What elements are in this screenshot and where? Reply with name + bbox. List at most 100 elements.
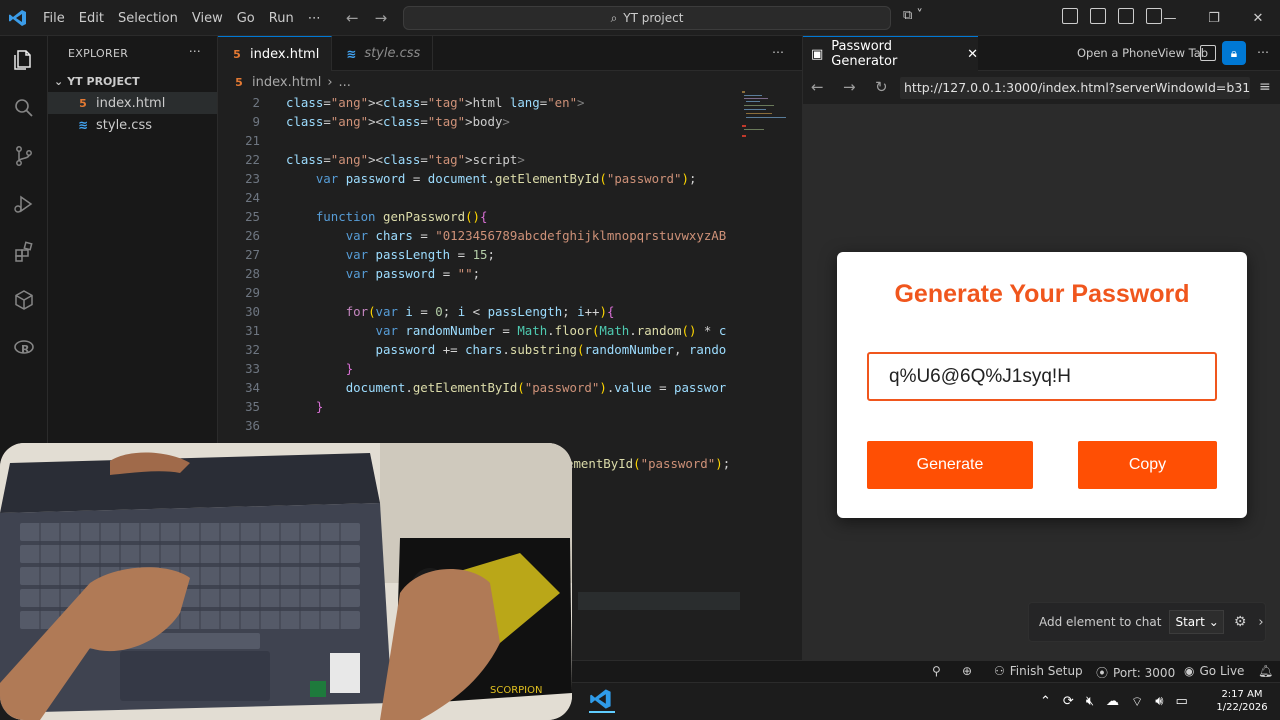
toggle-sidebar-icon[interactable] [1090,8,1106,24]
chevron-right-icon[interactable]: › [1258,615,1263,630]
code-line[interactable]: 27 var passLength = 15; [218,245,758,264]
clock[interactable]: 2:17 AM 1/22/2026 [1212,688,1272,714]
line-number: 36 [245,418,260,433]
tab-style-css[interactable]: ≋ style.css [332,36,434,71]
line-number: 2 [252,95,260,110]
vscode-taskbar-icon[interactable] [589,687,615,713]
pin-icon[interactable]: ⚲ [932,664,941,678]
chevron-up-icon[interactable]: ⌃ [1040,694,1051,710]
menu-icon[interactable]: ≡ [1259,79,1271,95]
html-file-icon: 5 [79,96,87,110]
url-field[interactable]: http://127.0.0.1:3000/index.html?serverW… [900,77,1250,99]
code-line[interactable]: 32 password += chars.substring(randomNum… [218,340,758,359]
password-input[interactable]: q%U6@6Q%J1syq!H [867,352,1217,401]
r-language-icon[interactable]: R [12,336,36,360]
code-line[interactable]: 31 var randomNumber = Math.floor(Math.ra… [218,321,758,340]
extensions-icon[interactable] [12,240,36,264]
close-window-icon[interactable]: ✕ [1236,0,1280,36]
code-line[interactable]: 29 [218,283,758,302]
search-icon[interactable] [12,96,36,120]
tab-index-html[interactable]: 5 index.html [218,36,333,71]
mute-icon[interactable]: 🔇︎ [1086,694,1094,710]
copy-button[interactable]: Copy [1078,441,1217,489]
run-debug-icon[interactable] [12,192,36,216]
code-line[interactable]: 25 function genPassword(){ [218,207,758,226]
browser-back-icon[interactable]: ← [811,78,824,96]
editor-tabs: 5 index.html ≋ style.css ⋯ [218,36,802,71]
menu-edit[interactable]: Edit [72,11,111,26]
menu-more[interactable]: ⋯ [301,11,328,26]
project-folder[interactable]: ⌄ YT PROJECT [48,70,217,92]
code-text: for(var i = 0; i < passLength; i++){ [345,304,615,319]
zoom-icon[interactable]: ⊕ [962,664,972,678]
code-line[interactable]: 34 document.getElementById("password").v… [218,378,758,397]
close-tab-icon[interactable]: ✕ [967,47,978,62]
finish-setup-item[interactable]: ⚇ Finish Setup [994,664,1083,678]
chevron-down-icon[interactable]: ⌄ [1209,615,1219,629]
explorer-icon[interactable] [12,48,36,72]
reload-icon[interactable]: ↻ [875,78,888,96]
volume-icon[interactable]: 🔊︎ [1155,694,1163,710]
line-number: 9 [252,114,260,129]
code-line[interactable]: 35 } [218,397,758,416]
go-live-item[interactable]: ◉ Go Live [1184,664,1244,678]
split-editor-icon[interactable] [1200,45,1216,61]
code-line[interactable]: 36 [218,416,758,435]
generate-button[interactable]: Generate [867,441,1033,489]
customize-layout-icon[interactable] [1062,8,1078,24]
line-number: 30 [245,304,260,319]
code-line[interactable]: 24 [218,188,758,207]
browser-more-icon[interactable]: ⋯ [1257,45,1269,59]
code-line[interactable]: 9 class="ang"><class="tag">body> [218,112,758,131]
code-line[interactable]: 22 class="ang"><class="tag">script> [218,150,758,169]
sync-icon[interactable]: ⟳ [1063,694,1074,710]
tab-password-generator[interactable]: ▣ Password Generator ✕ [803,36,978,71]
minimap[interactable] [742,91,792,151]
wifi-icon[interactable]: ⌔ [1131,694,1143,710]
menu-run[interactable]: Run [262,11,301,26]
minimize-icon[interactable]: — [1148,0,1192,36]
breadcrumb-more[interactable]: ... [339,75,351,90]
source-control-icon[interactable] [12,144,36,168]
menu-go[interactable]: Go [230,11,262,26]
file-name: index.html [96,95,166,111]
gear-icon[interactable]: ⚙ [1234,614,1247,630]
copilot-icon[interactable]: ⧉ ˅ [903,8,923,23]
start-button[interactable]: Start ⌄ [1169,610,1224,634]
lock-icon[interactable]: 🔒︎ [1222,41,1246,65]
current-line-highlight [578,592,740,610]
breadcrumb-file[interactable]: index.html [252,75,321,90]
tab-label: style.css [364,46,421,61]
forward-arrow-icon[interactable]: → [375,9,388,27]
menu-file[interactable]: File [36,11,72,26]
file-item-index-html[interactable]: 5 index.html [48,92,217,114]
bell-icon[interactable]: 🔔︎ [1258,664,1273,678]
code-line[interactable]: 23 var password = document.getElementByI… [218,169,758,188]
back-arrow-icon[interactable]: ← [346,9,359,27]
open-phoneview-tab-link[interactable]: Open a PhoneView Tab [1077,46,1208,60]
explorer-more-icon[interactable]: ⋯ [189,44,201,58]
command-center-search[interactable]: ⌕ YT project [403,6,891,30]
cloud-icon[interactable]: ☁ [1106,694,1119,710]
code-text: class="ang"><class="tag">script> [286,152,525,167]
code-line[interactable]: 28 var password = ""; [218,264,758,283]
restore-icon[interactable]: ❐ [1192,0,1236,36]
file-item-style-css[interactable]: ≋ style.css [48,114,217,136]
code-text: } [315,399,324,414]
code-line[interactable]: 33 } [218,359,758,378]
package-icon[interactable] [12,288,36,312]
toggle-panel-icon[interactable] [1118,8,1134,24]
editor-more-icon[interactable]: ⋯ [772,45,784,59]
menu-selection[interactable]: Selection [111,11,185,26]
code-text: ementById("password"); [566,456,731,471]
port-item[interactable]: ⦿ Port: 3000 [1096,664,1175,681]
code-line[interactable]: 30 for(var i = 0; i < passLength; i++){ [218,302,758,321]
title-bar: File Edit Selection View Go Run ⋯ ← → ⌕ … [0,0,1280,36]
code-text: var randomNumber = Math.floor(Math.rando… [375,323,727,338]
code-line[interactable]: 2 class="ang"><class="tag">html lang="en"… [218,93,758,112]
code-line[interactable]: 26 var chars = "0123456789abcdefghijklmn… [218,226,758,245]
code-line[interactable]: 21 [218,131,758,150]
browser-forward-icon[interactable]: → [843,78,856,96]
menu-view[interactable]: View [185,11,230,26]
battery-icon[interactable]: ▭ [1175,694,1187,710]
